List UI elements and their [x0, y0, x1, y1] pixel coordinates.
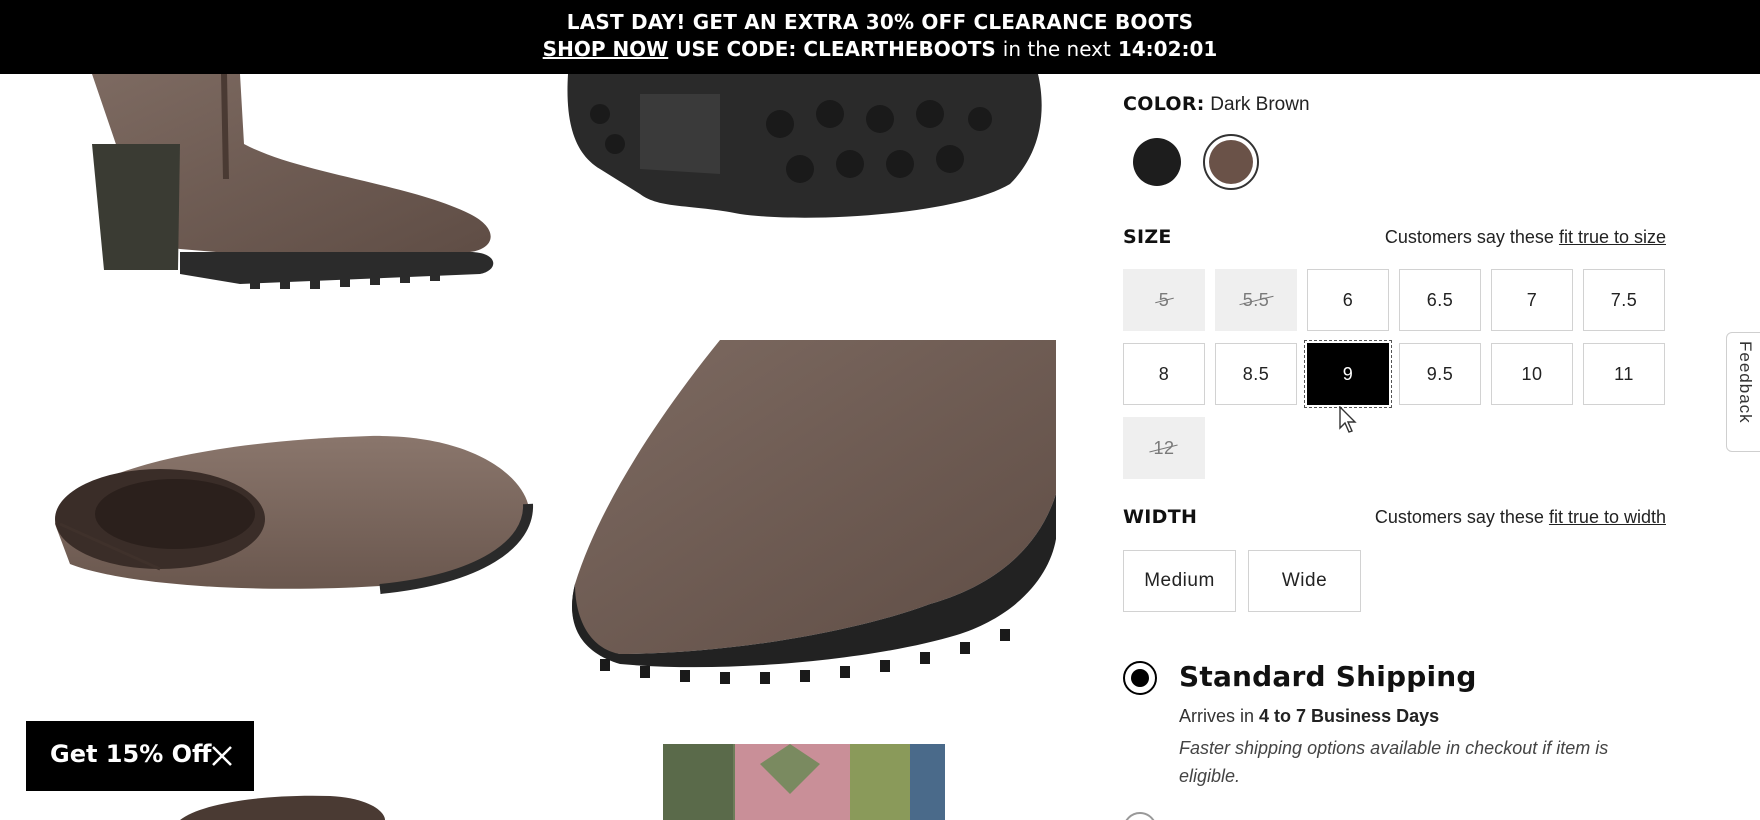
feedback-tab[interactable]: Feedback [1726, 332, 1760, 452]
size-option-7-5[interactable]: 7.5 [1583, 269, 1665, 331]
discount-popup[interactable]: Get 15% Off [26, 721, 254, 791]
width-label: WIDTH [1123, 506, 1198, 528]
next-shipping-radio[interactable] [1123, 812, 1157, 820]
color-swatch-black[interactable] [1133, 138, 1181, 186]
width-option-medium[interactable]: Medium [1123, 550, 1236, 612]
size-option-8[interactable]: 8 [1123, 343, 1205, 405]
boot-top-image[interactable] [55, 435, 534, 594]
product-gallery [0, 74, 1070, 820]
size-option-7[interactable]: 7 [1491, 269, 1573, 331]
code-label: USE CODE: [675, 37, 797, 61]
width-header: WIDTH Customers say these fit true to wi… [1123, 506, 1666, 530]
size-option-12[interactable]: 12 [1123, 417, 1205, 479]
size-option-6-5[interactable]: 6.5 [1399, 269, 1481, 331]
boot-closeup-image[interactable] [556, 340, 1056, 700]
size-option-9[interactable]: 9 [1304, 340, 1392, 408]
gallery-images [55, 74, 1056, 820]
shop-now-link[interactable]: SHOP NOW [543, 37, 669, 61]
size-option-label: 10 [1521, 363, 1543, 384]
size-option-label: 6.5 [1426, 289, 1454, 310]
size-option-label: 7 [1526, 289, 1538, 310]
standard-shipping-radio[interactable] [1123, 661, 1157, 695]
promo-banner: LAST DAY! GET AN EXTRA 30% OFF CLEARANCE… [0, 0, 1760, 74]
arrival-prefix: Arrives in [1179, 706, 1255, 726]
radio-dot [1131, 669, 1149, 687]
feedback-label: Feedback [1736, 341, 1755, 424]
arrival-value: 4 to 7 Business Days [1259, 706, 1440, 726]
size-option-9-5[interactable]: 9.5 [1399, 343, 1481, 405]
close-icon[interactable] [210, 744, 234, 768]
promo-headline: LAST DAY! GET AN EXTRA 30% OFF CLEARANCE… [566, 10, 1194, 34]
size-label: SIZE [1123, 226, 1172, 248]
size-option-label: 6 [1342, 289, 1354, 310]
width-option-wide[interactable]: Wide [1248, 550, 1361, 612]
width-fit-link[interactable]: fit true to width [1549, 507, 1666, 527]
countdown-timer: 14:02:01 [1117, 37, 1218, 61]
promo-code: CLEARTHEBOOTS [803, 37, 996, 61]
size-option-label: 8 [1158, 363, 1170, 384]
size-option-label: 11 [1614, 363, 1634, 384]
size-option-11[interactable]: 11 [1583, 343, 1665, 405]
color-value: Dark Brown [1210, 94, 1310, 115]
size-option-8-5[interactable]: 8.5 [1215, 343, 1297, 405]
boot-bottom-image[interactable] [180, 795, 385, 820]
shipping-title: Standard Shipping [1179, 660, 1477, 693]
size-option-label: 5.5 [1242, 289, 1270, 310]
size-option-5-5[interactable]: 5.5 [1215, 269, 1297, 331]
shipping-note: Faster shipping options available in che… [1179, 738, 1609, 786]
size-option-label: 5 [1158, 289, 1170, 310]
size-option-label: 8.5 [1242, 363, 1270, 384]
boot-sole-image[interactable] [567, 74, 1042, 218]
size-fit-note: Customers say these fit true to size [1385, 227, 1666, 248]
discount-label: Get 15% Off [50, 740, 212, 768]
size-option-5[interactable]: 5 [1123, 269, 1205, 331]
width-fit-prefix: Customers say these [1374, 507, 1544, 527]
shipping-arrival: Arrives in 4 to 7 Business Days [1179, 706, 1439, 727]
size-header: SIZE Customers say these fit true to siz… [1123, 226, 1666, 250]
swatch-fill [1209, 140, 1253, 184]
size-option-6[interactable]: 6 [1307, 269, 1389, 331]
size-option-label: 7.5 [1610, 289, 1638, 310]
color-swatch-dark-brown[interactable] [1203, 134, 1259, 190]
boot-side-image[interactable] [92, 74, 494, 289]
promo-code-line: SHOP NOW USE CODE: CLEARTHEBOOTS in the … [0, 37, 1760, 61]
size-option-10[interactable]: 10 [1491, 343, 1573, 405]
color-row: COLOR: Dark Brown [1123, 93, 1310, 116]
color-label: COLOR: [1123, 93, 1205, 115]
size-fit-link[interactable]: fit true to size [1559, 227, 1666, 247]
width-fit-note: Customers say these fit true to width [1375, 507, 1666, 528]
size-fit-prefix: Customers say these [1384, 227, 1554, 247]
size-option-label: 9.5 [1426, 363, 1454, 384]
size-option-label: 12 [1153, 437, 1175, 458]
in-next-label: in the next [1002, 37, 1111, 61]
lifestyle-image[interactable] [663, 744, 945, 820]
mouse-cursor-icon [1339, 406, 1357, 433]
size-option-label: 9 [1342, 363, 1354, 384]
